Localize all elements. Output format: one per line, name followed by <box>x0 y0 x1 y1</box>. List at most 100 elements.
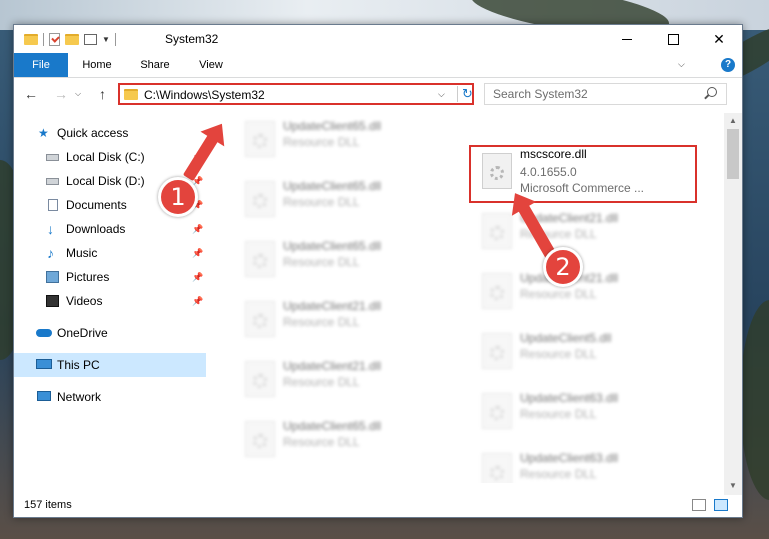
search-box[interactable]: Search System32 <box>484 83 727 105</box>
tab-share[interactable]: Share <box>132 53 178 77</box>
sidebar-item-onedrive[interactable]: OneDrive <box>14 321 206 345</box>
file-name: UpdateClient63.dll <box>520 451 619 465</box>
onedrive-icon <box>36 329 52 337</box>
sidebar-item-label: Music <box>66 246 98 260</box>
search-placeholder[interactable]: Search System32 <box>493 87 588 101</box>
file-item[interactable]: UpdateClient65.dll Resource DLL <box>239 413 467 469</box>
dll-file-icon <box>482 213 512 249</box>
folder-icon <box>124 89 138 100</box>
forward-arrow-icon[interactable]: → <box>54 86 68 102</box>
file-name: UpdateClient65.dll <box>283 239 382 253</box>
this-pc-icon <box>36 359 52 369</box>
sidebar-item-label: OneDrive <box>57 326 108 340</box>
file-type: Resource DLL <box>283 315 360 329</box>
properties-check-icon[interactable] <box>49 32 60 46</box>
pin-icon[interactable]: 📌 <box>192 217 203 241</box>
sidebar-item-network[interactable]: Network <box>14 385 206 409</box>
dll-file-icon <box>482 273 512 309</box>
dll-file-icon <box>245 241 275 277</box>
sidebar-item-label: Local Disk (D:) <box>66 174 145 188</box>
music-icon: ♪ <box>47 245 54 261</box>
pin-icon[interactable]: 📌 <box>192 241 203 265</box>
dll-file-icon <box>245 121 275 157</box>
file-item[interactable]: UpdateClient21.dll Resource DLL <box>239 293 467 349</box>
step-badge-2: 2 <box>543 247 583 287</box>
file-name: UpdateClient65.dll <box>283 179 382 193</box>
file-highlight-box <box>469 145 697 203</box>
toolbar-divider <box>43 32 44 46</box>
details-view-icon[interactable] <box>692 499 706 511</box>
file-item[interactable]: UpdateClient65.dll Resource DLL <box>239 233 467 289</box>
drive-icon <box>46 154 59 161</box>
sidebar-item-quick-access[interactable]: ★ Quick access <box>14 121 206 145</box>
address-history-chevron-icon[interactable]: ⌵ <box>438 89 445 100</box>
pin-icon[interactable]: 📌 <box>192 289 203 313</box>
dll-file-icon <box>245 361 275 397</box>
sidebar-item-music[interactable]: ♪ Music 📌 <box>14 241 206 265</box>
pin-icon[interactable]: 📌 <box>192 265 203 289</box>
help-icon[interactable]: ? <box>721 58 735 72</box>
refresh-icon[interactable]: ↻ <box>457 86 473 102</box>
file-item[interactable]: UpdateClient21.dll Resource DLL <box>239 353 467 409</box>
file-name: UpdateClient21.dll <box>283 299 382 313</box>
sidebar-item-label: Downloads <box>66 222 126 236</box>
sidebar-item-videos[interactable]: Videos 📌 <box>14 289 206 313</box>
tab-file[interactable]: File <box>14 53 68 77</box>
sidebar-item-this-pc[interactable]: This PC <box>14 353 206 377</box>
close-button[interactable]: ✕ <box>696 25 742 53</box>
sidebar-item-label: Quick access <box>57 126 129 140</box>
minimize-button[interactable] <box>604 25 650 53</box>
folder-icon <box>24 33 38 45</box>
dll-file-icon <box>482 453 512 483</box>
vertical-scrollbar[interactable]: ▲ ▼ <box>724 113 742 495</box>
address-bar[interactable]: C:\Windows\System32 ⌵ ↻ <box>118 83 474 105</box>
scroll-up-icon[interactable]: ▲ <box>729 116 737 125</box>
navigation-bar: ← → ⌵ ↑ C:\Windows\System32 ⌵ ↻ Search S… <box>14 78 742 112</box>
maximize-icon <box>667 33 679 45</box>
recent-locations-chevron-icon[interactable]: ⌵ <box>75 89 81 99</box>
sidebar-item-downloads[interactable]: ↓ Downloads 📌 <box>14 217 206 241</box>
step-badge-1: 1 <box>158 177 198 217</box>
search-icon[interactable] <box>707 87 717 97</box>
new-folder-icon[interactable] <box>65 33 79 45</box>
minimize-icon <box>622 38 632 40</box>
back-arrow-icon[interactable]: ← <box>24 86 38 102</box>
file-item[interactable]: UpdateClient63.dll Resource DLL <box>476 385 704 441</box>
file-item[interactable]: UpdateClient65.dll Resource DLL <box>239 173 467 229</box>
address-path[interactable]: C:\Windows\System32 <box>144 88 265 102</box>
customize-toolbar-chevron-icon[interactable]: ▼ <box>102 35 110 44</box>
file-name: UpdateClient21.dll <box>283 359 382 373</box>
dll-file-icon <box>482 393 512 429</box>
file-type: Resource DLL <box>283 435 360 449</box>
tab-view[interactable]: View <box>188 53 234 77</box>
file-item[interactable]: UpdateClient21.dll Resource DLL <box>476 265 704 321</box>
title-bar: ▼ System32 ✕ <box>14 25 742 53</box>
file-item[interactable]: UpdateClient65.dll Resource DLL <box>239 113 467 169</box>
sidebar-item-label: Pictures <box>66 270 110 284</box>
star-icon: ★ <box>38 126 49 140</box>
quick-access-toolbar: ▼ <box>24 32 116 46</box>
file-type: Resource DLL <box>283 255 360 269</box>
documents-icon <box>48 199 58 211</box>
drive-icon <box>46 178 59 185</box>
up-arrow-icon[interactable]: ↑ <box>99 86 106 102</box>
close-icon: ✕ <box>713 30 725 47</box>
scroll-thumb[interactable] <box>727 129 739 179</box>
customize-view-icon[interactable] <box>84 33 97 45</box>
dll-file-icon <box>245 181 275 217</box>
sidebar-item-local-disk-c[interactable]: Local Disk (C:) 📌 <box>14 145 206 169</box>
tiles-view-icon[interactable] <box>714 499 728 511</box>
downloads-icon: ↓ <box>47 221 54 237</box>
file-item[interactable]: UpdateClient63.dll Resource DLL <box>476 445 704 483</box>
scroll-down-icon[interactable]: ▼ <box>729 481 737 490</box>
tab-home[interactable]: Home <box>74 53 120 77</box>
palm-leaf <box>740 300 769 500</box>
sidebar-item-pictures[interactable]: Pictures 📌 <box>14 265 206 289</box>
file-type: Resource DLL <box>283 195 360 209</box>
dll-file-icon <box>245 421 275 457</box>
expand-ribbon-chevron-icon[interactable]: ⌵ <box>678 59 685 70</box>
file-type: Resource DLL <box>520 407 597 421</box>
file-item[interactable]: UpdateClient5.dll Resource DLL <box>476 325 704 381</box>
maximize-button[interactable] <box>650 25 696 53</box>
videos-icon <box>46 295 59 307</box>
